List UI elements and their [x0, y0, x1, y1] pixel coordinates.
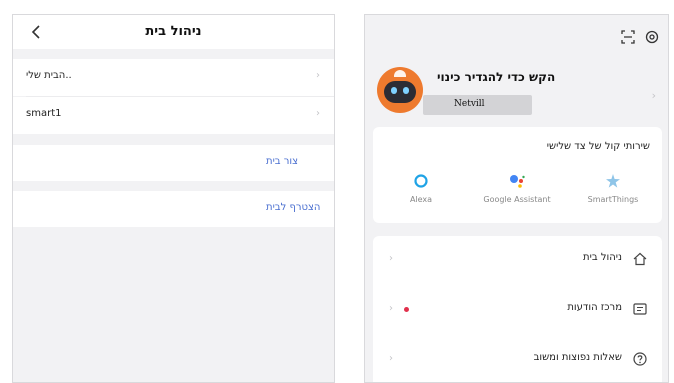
service-smartthings[interactable]: SmartThings — [573, 172, 653, 204]
service-name: Alexa — [409, 195, 433, 204]
service-alexa[interactable]: Alexa — [381, 172, 461, 204]
menu-item-home-management[interactable]: › ניהול בית — [373, 236, 662, 284]
service-name: Google Assistant — [483, 195, 551, 204]
join-home-button[interactable]: הצטרף לבית — [13, 191, 334, 227]
nickname-prompt: הקש כדי להגדיר כינוי — [437, 70, 556, 84]
top-toolbar — [620, 29, 660, 45]
home-item[interactable]: smart1 › — [13, 97, 334, 134]
alexa-icon — [414, 174, 428, 188]
chevron-right-icon: › — [389, 353, 393, 364]
voice-services-title: שירותי קול של צד שלישי — [546, 141, 650, 152]
menu-item-label: ניהול בית — [583, 252, 622, 263]
chevron-right-icon: › — [389, 253, 393, 264]
create-home-button[interactable]: צור בית — [13, 145, 334, 181]
home-management-screen: ניהול בית הבית שלי.. › smart1 › צור בית … — [12, 14, 335, 383]
nickname-field: Netvill — [423, 95, 532, 115]
service-google-assistant[interactable]: Google Assistant — [477, 172, 557, 204]
join-home-label: הצטרף לבית — [266, 202, 321, 213]
smartthings-icon — [606, 174, 620, 188]
help-icon — [633, 352, 647, 366]
scan-icon[interactable] — [620, 29, 636, 45]
header: ניהול בית — [13, 15, 334, 49]
create-home-label: צור בית — [266, 156, 299, 167]
menu-item-faq-feedback[interactable]: › שאלות נפוצות ומשוב — [373, 336, 662, 382]
menu-item-label: מרכז הודעות — [567, 302, 622, 313]
chevron-right-icon: › — [316, 70, 320, 81]
home-name: smart1 — [26, 108, 62, 119]
service-name: SmartThings — [587, 195, 639, 204]
chevron-right-icon: › — [651, 89, 656, 102]
chevron-right-icon: › — [316, 108, 320, 119]
profile-header[interactable]: הקש כדי להגדיר כינוי Netvill › — [365, 55, 668, 135]
chevron-right-icon: › — [389, 303, 393, 314]
home-item[interactable]: הבית שלי.. › — [13, 59, 334, 96]
home-name: הבית שלי.. — [26, 70, 72, 81]
nickname-value: Netvill — [454, 99, 485, 109]
profile-screen: הקש כדי להגדיר כינוי Netvill › שירותי קו… — [364, 14, 669, 383]
unread-badge — [404, 307, 409, 312]
menu-item-message-center[interactable]: › מרכז הודעות — [373, 286, 662, 334]
home-icon — [633, 252, 647, 266]
page-title: ניהול בית — [145, 24, 202, 39]
avatar — [377, 67, 423, 113]
menu-card: › ניהול בית › מרכז הודעות › שאלות נפוצות… — [373, 236, 662, 382]
menu-item-label: שאלות נפוצות ומשוב — [533, 352, 622, 363]
settings-icon[interactable] — [644, 29, 660, 45]
voice-services-card: שירותי קול של צד שלישי Alexa Google Assi… — [373, 127, 662, 223]
google-assistant-icon — [510, 175, 525, 188]
message-icon — [633, 303, 647, 315]
